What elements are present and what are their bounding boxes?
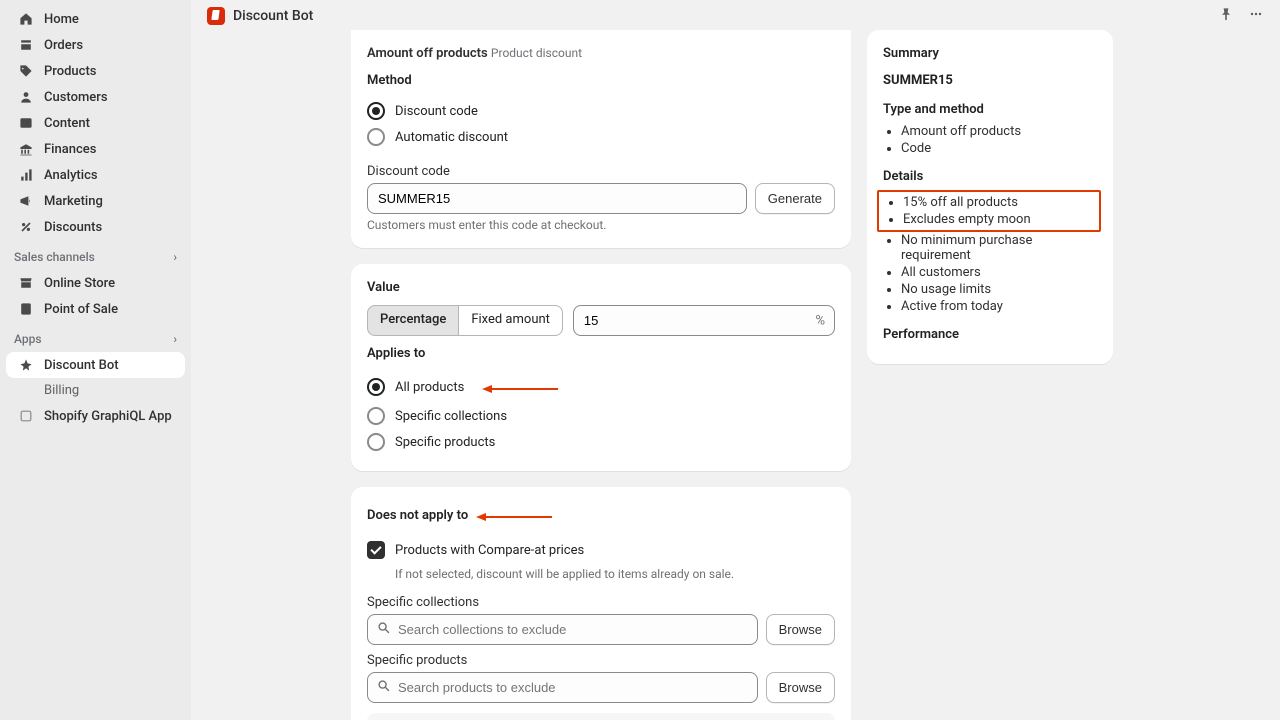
radio-automatic[interactable]: Automatic discount xyxy=(367,124,835,150)
nav-discounts[interactable]: Discounts xyxy=(6,214,185,240)
summary-card: Summary SUMMER15 Type and method Amount … xyxy=(867,30,1113,364)
annotation-arrow-icon xyxy=(482,375,558,399)
card-title: Amount off products xyxy=(367,46,488,61)
radio-discount-code[interactable]: Discount code xyxy=(367,98,835,124)
analytics-icon xyxy=(18,167,34,183)
nav-analytics[interactable]: Analytics xyxy=(6,162,185,188)
search-icon xyxy=(377,621,391,639)
excluded-product-item: empty moon ✕ xyxy=(367,713,835,720)
content-icon xyxy=(18,115,34,131)
nav-online-store[interactable]: Online Store xyxy=(6,270,185,296)
search-products-input[interactable] xyxy=(367,672,758,703)
summary-title: Summary xyxy=(883,46,1097,61)
products-label: Specific products xyxy=(367,653,835,668)
applies-heading: Applies to xyxy=(367,346,835,361)
admin-sidebar: Home Orders Products Customers Content F… xyxy=(0,0,191,720)
nav-section-channels[interactable]: Sales channels› xyxy=(0,240,191,270)
radio-icon xyxy=(367,128,385,146)
code-label: Discount code xyxy=(367,164,835,179)
percentage-input[interactable] xyxy=(573,305,835,336)
nav-section-apps[interactable]: Apps› xyxy=(0,322,191,352)
radio-specific-collections[interactable]: Specific collections xyxy=(367,403,835,429)
search-icon xyxy=(377,679,391,697)
browse-products-button[interactable]: Browse xyxy=(766,672,835,703)
discount-code-input[interactable] xyxy=(367,183,747,214)
app-logo-icon xyxy=(207,7,225,25)
radio-icon xyxy=(367,407,385,425)
pos-icon xyxy=(18,301,34,317)
store-icon xyxy=(18,275,34,291)
search-collections-input[interactable] xyxy=(367,614,758,645)
summary-type-heading: Type and method xyxy=(883,102,1097,117)
radio-all-products[interactable]: All products xyxy=(367,371,835,403)
radio-icon xyxy=(367,378,385,396)
marketing-icon xyxy=(18,193,34,209)
nav-app-billing[interactable]: Billing xyxy=(6,378,185,403)
exclude-card: Does not apply to Products with Compare-… xyxy=(351,487,851,720)
summary-performance-heading: Performance xyxy=(883,327,1097,342)
highlighted-details: 15% off all products Excludes empty moon xyxy=(877,190,1101,232)
products-icon xyxy=(18,63,34,79)
radio-icon xyxy=(367,102,385,120)
home-icon xyxy=(18,11,34,27)
more-icon[interactable] xyxy=(1248,6,1264,26)
value-type-toggle: Percentage Fixed amount xyxy=(367,305,563,336)
checkbox-compare-at[interactable]: Products with Compare-at prices xyxy=(367,537,835,563)
radio-specific-products[interactable]: Specific products xyxy=(367,429,835,455)
seg-fixed[interactable]: Fixed amount xyxy=(459,305,563,336)
nav-content[interactable]: Content xyxy=(6,110,185,136)
radio-icon xyxy=(367,433,385,451)
summary-code: SUMMER15 xyxy=(883,73,1097,88)
nav-home[interactable]: Home xyxy=(6,6,185,32)
nav-customers[interactable]: Customers xyxy=(6,84,185,110)
annotation-arrow-icon xyxy=(476,503,552,527)
summary-details-heading: Details xyxy=(883,169,1097,184)
nav-app-discountbot[interactable]: Discount Bot xyxy=(6,352,185,378)
code-hint: Customers must enter this code at checko… xyxy=(367,218,835,232)
finances-icon xyxy=(18,141,34,157)
nav-products[interactable]: Products xyxy=(6,58,185,84)
chevron-right-icon: › xyxy=(173,250,177,264)
exclude-heading: Does not apply to xyxy=(367,503,835,527)
app-icon xyxy=(18,408,34,424)
generate-button[interactable]: Generate xyxy=(755,183,835,214)
summary-details-list: No minimum purchase requirement All cust… xyxy=(883,232,1097,315)
pin-icon[interactable] xyxy=(1218,6,1234,26)
value-heading: Value xyxy=(367,280,835,295)
collections-label: Specific collections xyxy=(367,595,835,610)
chevron-right-icon: › xyxy=(173,332,177,346)
browse-collections-button[interactable]: Browse xyxy=(766,614,835,645)
percent-unit: % xyxy=(815,313,825,328)
nav-app-graphiql[interactable]: Shopify GraphiQL App xyxy=(6,403,185,429)
checkbox-icon xyxy=(367,541,385,559)
pin-icon xyxy=(18,357,34,373)
orders-icon xyxy=(18,37,34,53)
method-heading: Method xyxy=(367,73,835,88)
summary-type-list: Amount off products Code xyxy=(883,123,1097,157)
nav-finances[interactable]: Finances xyxy=(6,136,185,162)
nav-marketing[interactable]: Marketing xyxy=(6,188,185,214)
page-title: Discount Bot xyxy=(233,8,313,24)
value-card: Value Percentage Fixed amount % Applies … xyxy=(351,264,851,471)
customers-icon xyxy=(18,89,34,105)
nav-pos[interactable]: Point of Sale xyxy=(6,296,185,322)
card-subtitle: Product discount xyxy=(491,46,582,60)
compare-at-hint: If not selected, discount will be applie… xyxy=(367,567,835,581)
discounts-icon xyxy=(18,219,34,235)
nav-orders[interactable]: Orders xyxy=(6,32,185,58)
method-card: Amount off products Product discount Met… xyxy=(351,30,851,248)
seg-percentage[interactable]: Percentage xyxy=(367,305,459,336)
topbar: Discount Bot xyxy=(191,0,1280,30)
main-content: Discount Bot Amount off products Product… xyxy=(191,0,1280,720)
